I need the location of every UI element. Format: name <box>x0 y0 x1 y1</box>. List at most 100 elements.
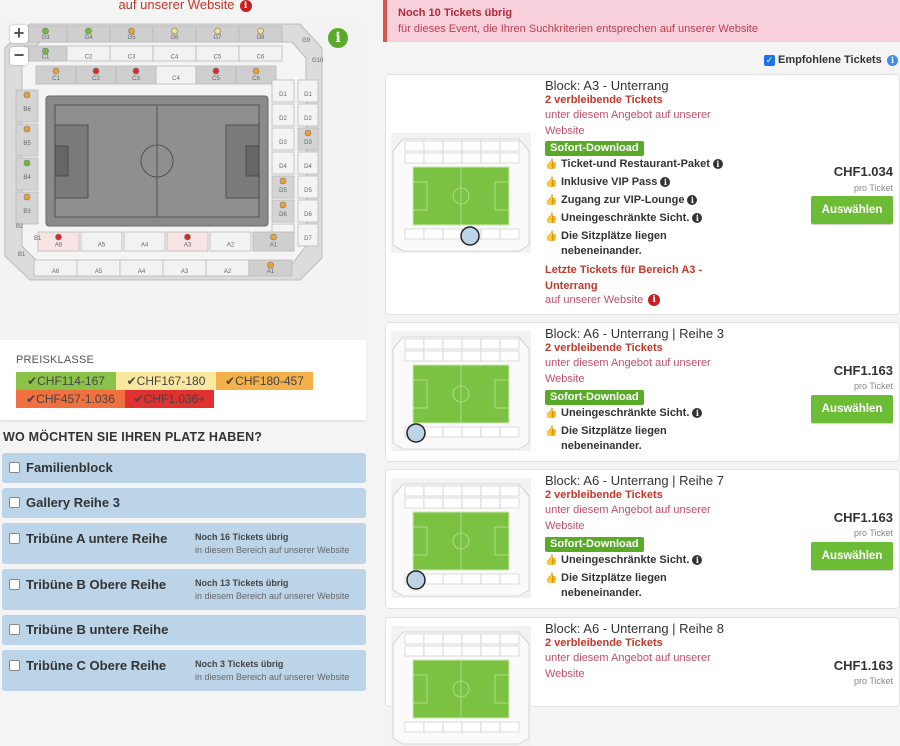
seat-block-outer-top[interactable]: G8 <box>238 25 283 43</box>
seat-block-outer-top[interactable]: G4 <box>66 25 111 43</box>
seat-block-inner-bottom[interactable]: A3 <box>166 231 209 252</box>
seat-block-mid-top[interactable]: C5 <box>195 45 240 62</box>
seat-block-right-inner[interactable]: D1 <box>271 79 295 103</box>
price-chip[interactable]: ✔CHF180-457 <box>216 372 313 390</box>
seat-block-mid-top[interactable]: C1 <box>23 45 68 62</box>
seat-block-right-outer[interactable]: D4 <box>297 151 319 175</box>
info-icon[interactable]: i <box>648 294 661 307</box>
seat-block-right-outer[interactable]: D7 <box>297 223 319 247</box>
info-icon[interactable]: i <box>660 177 671 188</box>
stadium-map[interactable]: G3 G4 G5 G6 G7 G8 C1 C2 C3 C4 C5 C6 C1 C2 C3 C4 C5 C6 B6 B5… <box>0 18 366 340</box>
filter-tribune-b-obere[interactable]: Tribüne B Obere Reihe Noch 13 Tickets üb… <box>2 569 366 610</box>
feature-item: 👍 Die Sitzplätze liegen nebeneinander. <box>545 424 667 454</box>
remaining-tickets: 2 verbleibende Tickets <box>545 489 663 501</box>
seat-block-right-outer[interactable]: D3 <box>297 127 319 151</box>
seat-block-mid-top[interactable]: C2 <box>66 45 111 62</box>
seat-block-left[interactable]: B3 <box>15 191 39 225</box>
select-button[interactable]: Auswählen <box>811 542 893 570</box>
info-icon[interactable]: i <box>328 28 348 48</box>
seat-block-mid-top[interactable]: C6 <box>238 45 283 62</box>
thumb-block <box>480 573 501 585</box>
zoom-in-button[interactable]: + <box>10 24 28 43</box>
checkbox[interactable] <box>9 497 20 508</box>
feature-text: Uneingeschränkte Sicht. <box>561 554 690 566</box>
ticket-price: CHF1.163 <box>833 510 893 525</box>
seat-block-inner-top[interactable]: C5 <box>195 65 237 85</box>
seat-block-inner-top[interactable]: C4 <box>155 65 197 85</box>
corner-block-label: G9 <box>302 38 311 44</box>
thumb-block <box>461 152 482 164</box>
checkbox[interactable] <box>9 624 20 635</box>
checkbox[interactable] <box>9 579 20 590</box>
seat-block-right-inner[interactable]: D3 <box>271 127 295 151</box>
availability-dot <box>257 27 264 35</box>
seat-block-right-outer[interactable]: D1 <box>297 79 319 103</box>
seat-block-inner-top[interactable]: C1 <box>35 65 77 85</box>
seat-block-outer-top[interactable]: G6 <box>152 25 197 43</box>
filter-tribune-a-untere[interactable]: Tribüne A untere Reihe Noch 16 Tickets ü… <box>2 523 366 564</box>
select-button[interactable]: Auswählen <box>811 395 893 423</box>
seat-block-inner-bottom[interactable]: A5 <box>80 231 123 252</box>
info-icon[interactable]: i <box>712 159 723 170</box>
seat-block-mid-top[interactable]: C3 <box>109 45 154 62</box>
price-chip[interactable]: ✔CHF114-167 <box>16 372 116 390</box>
checkbox[interactable] <box>9 660 20 671</box>
info-icon[interactable]: i <box>692 408 703 419</box>
seat-block-left[interactable]: B4 <box>15 157 39 191</box>
seat-block-outer-bottom[interactable]: A5 <box>76 259 121 277</box>
checkbox-checked[interactable]: ✓ <box>764 55 775 66</box>
seat-block-inner-bottom[interactable]: A1 <box>252 231 295 252</box>
seat-block-outer-top[interactable]: G7 <box>195 25 240 43</box>
seat-block-outer-top[interactable]: G5 <box>109 25 154 43</box>
info-icon[interactable]: i <box>887 55 898 66</box>
price-chip[interactable]: ✔CHF1.036+ <box>125 390 214 408</box>
availability-dot <box>128 27 135 35</box>
seat-block-inner-top[interactable]: C6 <box>235 65 277 85</box>
seat-block-outer-bottom[interactable]: A4 <box>119 259 164 277</box>
filter-familienblock[interactable]: Familienblock <box>2 453 366 483</box>
seat-block-outer-top[interactable]: G3 <box>23 25 68 43</box>
stadium-map-svg[interactable]: G3 G4 G5 G6 G7 G8 C1 C2 C3 C4 C5 C6 C1 C2 C3 C4 C5 C6 B6 B5… <box>0 18 366 340</box>
checkbox[interactable] <box>9 533 20 544</box>
zoom-out-button[interactable]: − <box>10 46 28 65</box>
seat-block-right-inner[interactable]: D5 <box>271 175 295 199</box>
seat-block-inner-top[interactable]: C2 <box>75 65 117 85</box>
seat-block-right-inner[interactable]: D2 <box>271 103 295 127</box>
seat-thumbnail-map <box>391 478 531 598</box>
price-chip[interactable]: ✔CHF457-1.036 <box>16 390 125 408</box>
seat-block-inner-top[interactable]: C3 <box>115 65 157 85</box>
seat-block-right-inner[interactable]: D4 <box>271 151 295 175</box>
block-label: A2 <box>227 243 235 249</box>
filter-gallery-reihe-3[interactable]: Gallery Reihe 3 <box>2 488 366 518</box>
seat-block-right-inner[interactable]: D6 <box>271 199 295 223</box>
info-icon[interactable]: i <box>692 555 703 566</box>
seat-block-right-outer[interactable]: D5 <box>297 175 319 199</box>
select-button[interactable]: Auswählen <box>811 196 893 224</box>
seat-block-outer-bottom[interactable]: A6 <box>33 259 78 277</box>
info-icon[interactable]: i <box>687 195 698 206</box>
recommended-toggle[interactable]: ✓ Empfohlene Tickets i <box>759 50 900 71</box>
seat-block-left[interactable]: B5 <box>15 123 39 157</box>
seat-block-outer-bottom[interactable]: A1 <box>248 259 293 277</box>
seat-block-outer-bottom[interactable]: A3 <box>162 259 207 277</box>
info-icon[interactable]: i <box>692 213 703 224</box>
seat-block-right-outer[interactable]: D2 <box>297 103 319 127</box>
feature-text: nebeneinander. <box>561 587 642 599</box>
checkbox[interactable] <box>9 462 20 473</box>
filter-tribune-c-obere[interactable]: Tribüne C Obere Reihe Noch 3 Tickets übr… <box>2 650 366 691</box>
seat-block-inner-bottom[interactable]: A6 <box>37 231 80 252</box>
remaining-tickets: 2 verbleibende Tickets <box>545 94 663 106</box>
info-icon[interactable]: i <box>239 0 252 12</box>
seat-block-outer-bottom[interactable]: A2 <box>205 259 250 277</box>
thumbs-up-icon: 👍 <box>545 573 558 584</box>
seat-block-mid-top[interactable]: C4 <box>152 45 197 62</box>
filter-tribune-b-untere[interactable]: Tribüne B untere Reihe <box>2 615 366 645</box>
thumb-block <box>499 152 520 164</box>
price-chip[interactable]: ✔CHF167-180 <box>116 372 216 390</box>
seat-block-inner-bottom[interactable]: A2 <box>209 231 252 252</box>
thumb-block <box>499 485 520 497</box>
seat-block-inner-bottom[interactable]: A4 <box>123 231 166 252</box>
seat-block-right-outer[interactable]: D6 <box>297 199 319 223</box>
seat-block-left[interactable]: B6 <box>15 89 39 123</box>
thumb-block <box>423 645 444 657</box>
